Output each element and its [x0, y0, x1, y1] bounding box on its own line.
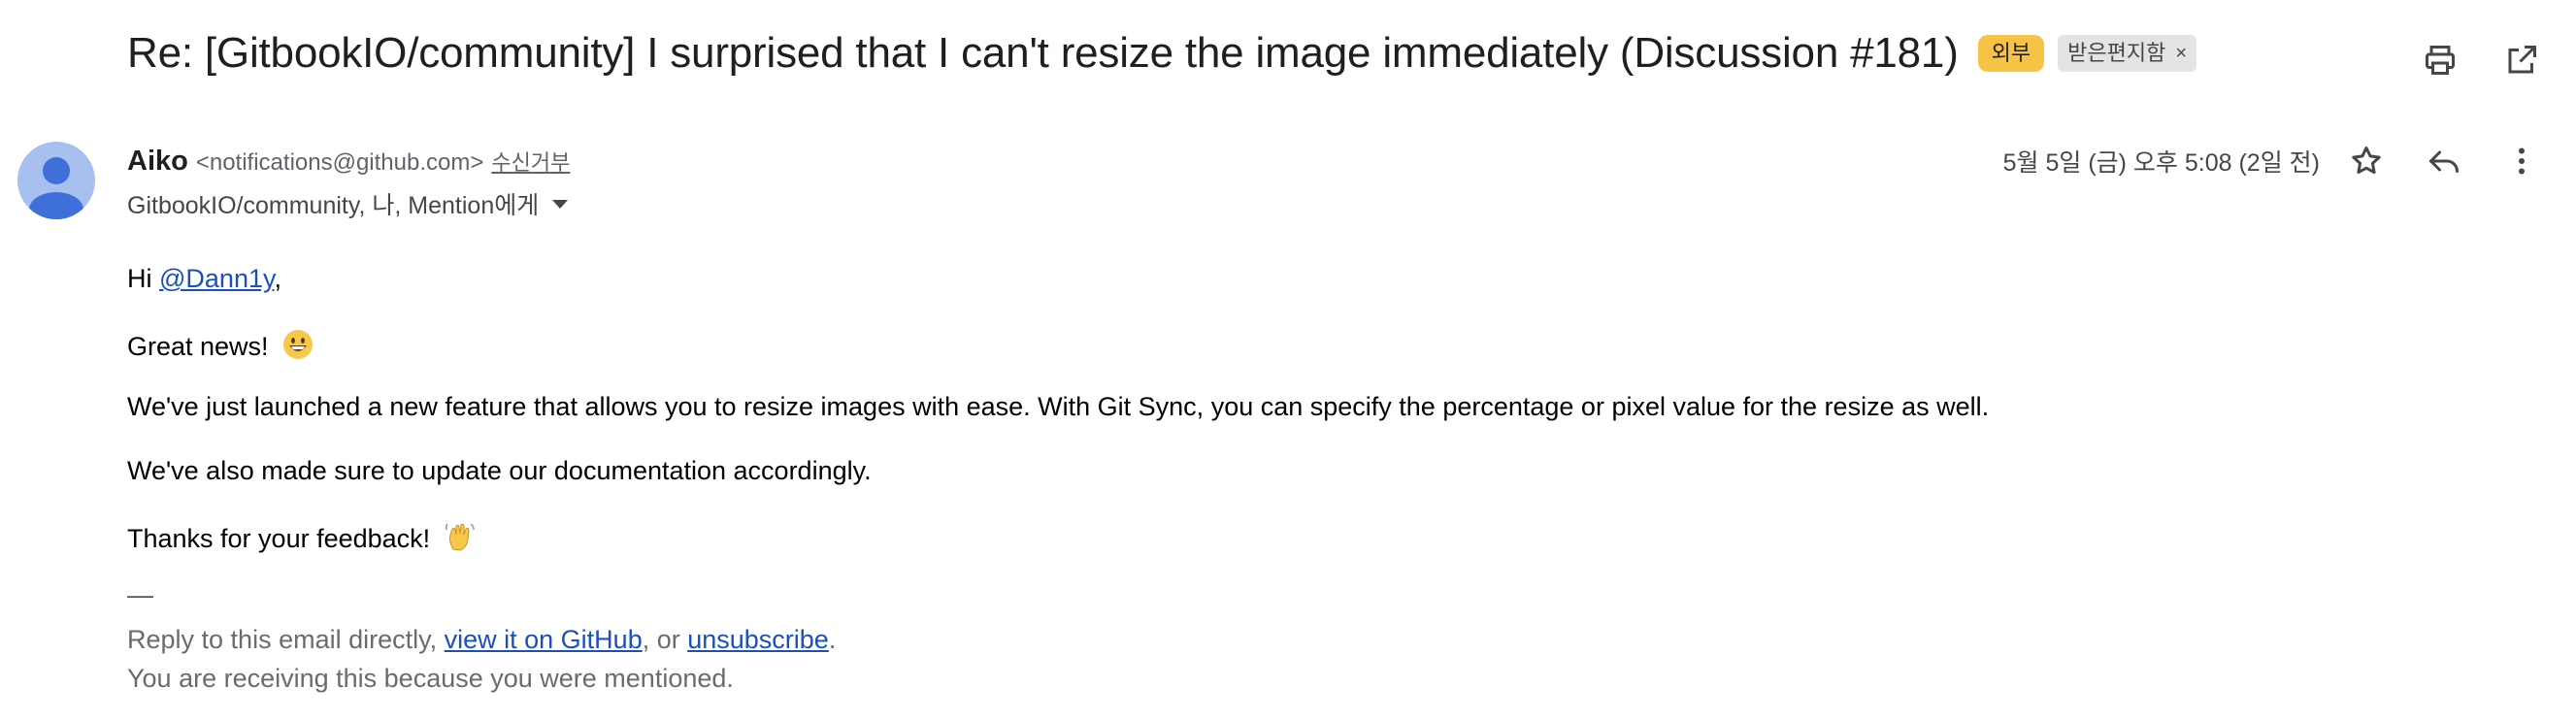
- body-line-4-text: Thanks for your feedback!: [127, 524, 431, 553]
- greeting-prefix: Hi: [127, 264, 159, 293]
- mention-link[interactable]: @Dann1y: [159, 264, 274, 293]
- footer-reason: You are receiving this because you were …: [127, 664, 734, 693]
- message-meta: 5월 5일 (금) 오후 5:08 (2일 전): [2003, 142, 2541, 180]
- recipients-dropdown-icon[interactable]: [552, 199, 569, 209]
- unsubscribe-header-link[interactable]: 수신거부: [491, 146, 570, 177]
- open-in-new-window-button[interactable]: [2502, 41, 2541, 80]
- sender-avatar[interactable]: [17, 142, 95, 219]
- body-line-1: Great news!: [127, 328, 314, 362]
- footer-reply-prefix: Reply to this email directly,: [127, 625, 445, 654]
- sender-name[interactable]: Aiko: [127, 146, 188, 178]
- reply-icon: [2429, 150, 2459, 173]
- footer-or-text: , or: [642, 625, 688, 654]
- greeting-line: Hi @Dann1y,: [127, 264, 281, 294]
- body-line-3: We've also made sure to update our docum…: [127, 456, 872, 485]
- footer-reply-line: Reply to this email directly, view it on…: [127, 625, 836, 655]
- more-vert-icon: [2519, 147, 2525, 175]
- subject-row: Re: [GitbookIO/community] I surprised th…: [127, 29, 2197, 78]
- star-button[interactable]: [2347, 142, 2386, 180]
- top-toolbar: [2421, 41, 2541, 80]
- view-on-github-link[interactable]: view it on GitHub: [445, 625, 643, 654]
- waving-hand-emoji: [445, 523, 475, 551]
- print-button[interactable]: [2421, 41, 2460, 80]
- open-in-new-window-icon: [2508, 46, 2536, 74]
- message-date: 5월 5일 (금) 오후 5:08 (2일 전): [2002, 149, 2320, 177]
- star-icon: [2352, 147, 2381, 175]
- greeting-suffix: ,: [274, 264, 281, 293]
- more-options-button[interactable]: [2502, 142, 2541, 180]
- recipients-list: GitbookIO/community, 나, Mention에게: [127, 192, 540, 219]
- print-icon: [2426, 46, 2455, 75]
- body-line-2: We've just launched a new feature that a…: [127, 392, 1990, 421]
- email-subject: Re: [GitbookIO/community] I surprised th…: [127, 29, 1959, 77]
- body-line-1-text: Great news!: [127, 332, 269, 361]
- inbox-label-text: 받은편지함: [2067, 41, 2166, 65]
- footer-period: .: [828, 625, 837, 654]
- sender-row: Aiko <notifications@github.com> 수신거부: [127, 146, 570, 178]
- avatar-person-icon: [29, 157, 83, 219]
- reply-button[interactable]: [2425, 142, 2463, 180]
- body-line-4: Thanks for your feedback!: [127, 520, 477, 554]
- external-badge: 외부: [1977, 35, 2045, 72]
- inbox-label-chip[interactable]: 받은편지함 ×: [2058, 35, 2197, 72]
- remove-label-button[interactable]: ×: [2175, 41, 2187, 66]
- signature-separator: —: [127, 580, 153, 609]
- recipients-row[interactable]: GitbookIO/community, 나, Mention에게: [127, 186, 569, 221]
- sender-email: <notifications@github.com>: [195, 149, 484, 176]
- unsubscribe-footer-link[interactable]: unsubscribe: [687, 625, 829, 654]
- grinning-face-emoji: [283, 330, 314, 359]
